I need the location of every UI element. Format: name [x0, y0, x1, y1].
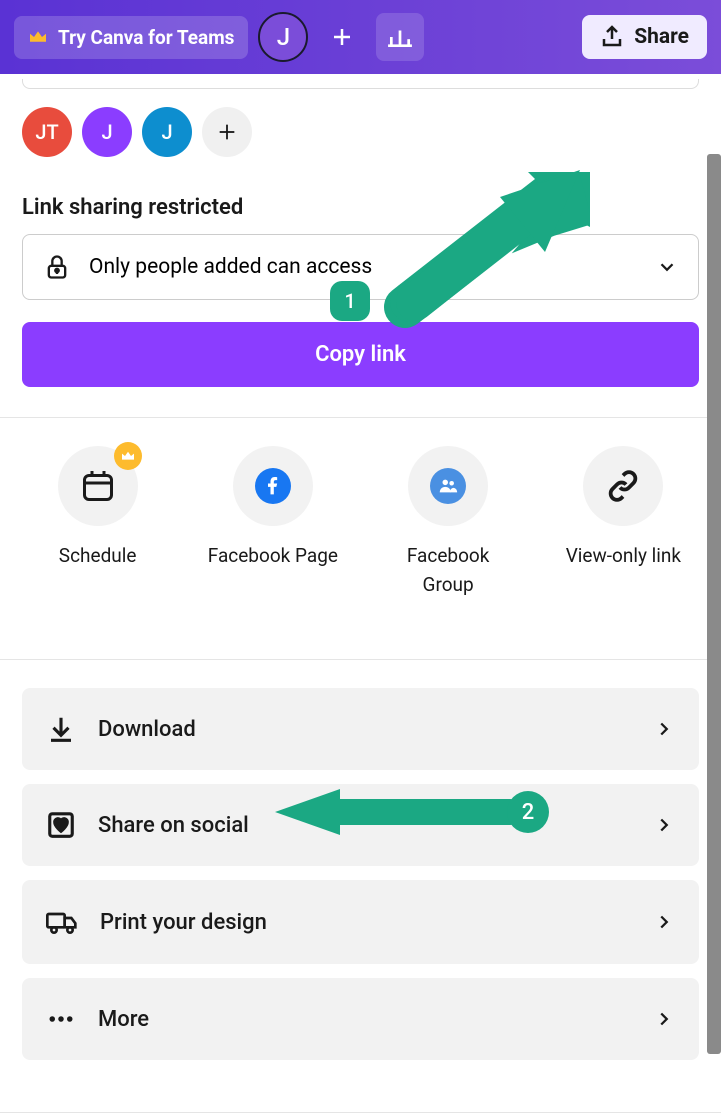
download-icon [46, 714, 76, 744]
collaborator-avatar[interactable]: J [142, 107, 192, 157]
dots-icon [46, 1004, 76, 1034]
action-label: More [98, 1007, 149, 1032]
avatar-initial: J [277, 23, 290, 51]
share-destinations: Schedule Facebook Page [0, 418, 721, 629]
truck-icon [46, 906, 78, 938]
facebook-icon [255, 468, 291, 504]
share-option-view-only[interactable]: View-only link [538, 446, 708, 599]
access-label: Only people added can access [89, 255, 372, 279]
share-on-social-button[interactable]: Share on social [22, 784, 699, 866]
copy-link-button[interactable]: Copy link [22, 322, 699, 387]
divider [0, 659, 721, 660]
facebook-group-icon-wrapper [408, 446, 488, 526]
collaborator-avatar[interactable]: J [82, 107, 132, 157]
calendar-icon [80, 468, 116, 504]
chevron-right-icon [653, 911, 675, 933]
upload-icon [600, 25, 624, 49]
link-sharing-title: Link sharing restricted [0, 175, 721, 234]
user-avatar[interactable]: J [258, 12, 308, 62]
lock-icon [43, 253, 71, 281]
collaborator-avatar[interactable]: JT [22, 107, 72, 157]
app-header: Try Canva for Teams J Share [0, 0, 721, 74]
action-label: Download [98, 717, 196, 742]
more-button[interactable]: More [22, 978, 699, 1060]
annotation-arrow-1 [380, 162, 595, 327]
annotation-badge-2: 2 [507, 791, 549, 833]
chevron-down-icon [656, 256, 678, 278]
link-icon-wrapper [583, 446, 663, 526]
action-label: Print your design [100, 910, 267, 935]
share-option-schedule[interactable]: Schedule [13, 446, 183, 599]
chart-icon [387, 24, 413, 50]
link-icon [605, 468, 641, 504]
facebook-page-icon-wrapper [233, 446, 313, 526]
plus-icon [330, 25, 354, 49]
share-option-label: Facebook Page [208, 542, 338, 571]
try-teams-button[interactable]: Try Canva for Teams [14, 16, 248, 59]
action-list: Download Share on social Print [0, 688, 721, 1082]
chevron-right-icon [653, 814, 675, 836]
crown-icon [120, 450, 136, 462]
share-option-facebook-group[interactable]: Facebook Group [363, 446, 533, 599]
premium-badge [114, 442, 142, 470]
input-bottom-edge [22, 79, 699, 89]
group-icon [430, 468, 466, 504]
share-button[interactable]: Share [582, 15, 707, 59]
plus-icon [216, 121, 238, 143]
share-option-label: Schedule [59, 542, 137, 571]
copy-link-label: Copy link [315, 342, 406, 367]
chevron-right-icon [653, 1008, 675, 1030]
share-option-label: View-only link [566, 542, 681, 571]
analytics-button[interactable] [376, 13, 424, 61]
share-option-label: Facebook Group [407, 542, 490, 599]
add-collaborator-button[interactable] [202, 107, 252, 157]
try-teams-label: Try Canva for Teams [58, 26, 234, 49]
collaborators-row: JT J J [0, 89, 721, 175]
heart-icon [46, 810, 76, 840]
download-button[interactable]: Download [22, 688, 699, 770]
schedule-icon-wrapper [58, 446, 138, 526]
action-label: Share on social [98, 813, 249, 838]
scrollbar[interactable] [707, 154, 721, 1054]
chevron-right-icon [653, 718, 675, 740]
crown-icon [28, 29, 48, 45]
annotation-badge-1: 1 [330, 281, 370, 321]
print-design-button[interactable]: Print your design [22, 880, 699, 964]
share-option-facebook-page[interactable]: Facebook Page [188, 446, 358, 599]
share-panel: JT J J Link sharing restricted Only peop… [0, 74, 721, 1113]
share-label: Share [634, 25, 689, 49]
add-button[interactable] [318, 13, 366, 61]
